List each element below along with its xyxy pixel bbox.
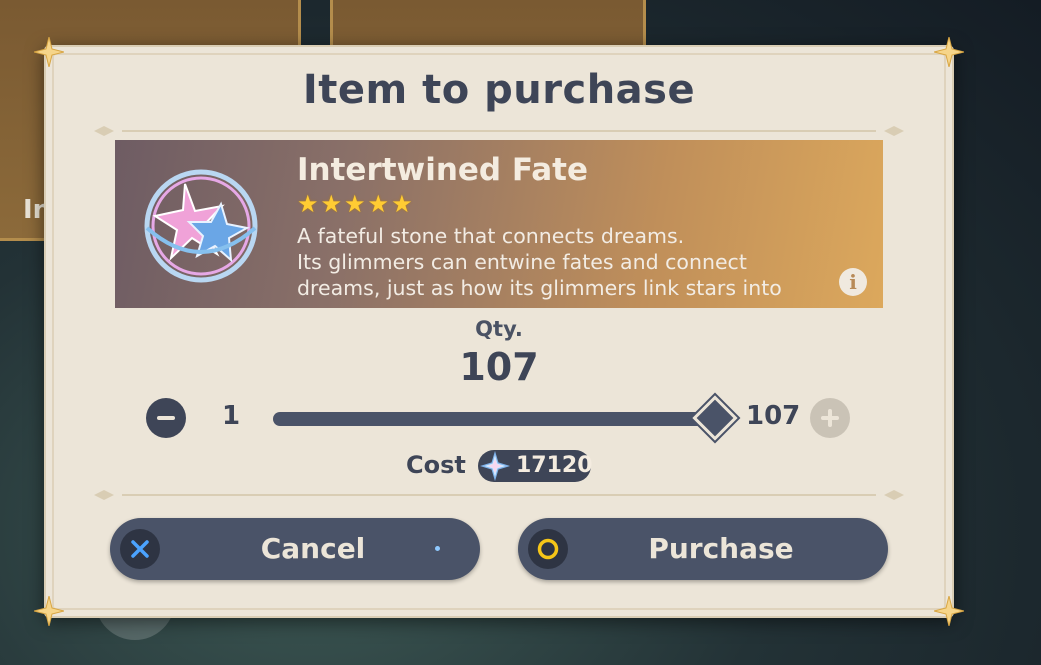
corner-star-icon bbox=[33, 595, 65, 627]
info-icon[interactable]: i bbox=[839, 268, 867, 296]
corner-star-icon bbox=[933, 36, 965, 68]
cancel-button[interactable]: Cancel bbox=[110, 518, 480, 580]
quantity-label: Qty. bbox=[475, 317, 523, 341]
sparkle-dot bbox=[435, 546, 440, 551]
purchase-dialog: Item to purchase Intertwined Fate ★ ★ ★ … bbox=[33, 36, 965, 627]
cost-amount: 17120 bbox=[516, 453, 593, 478]
corner-star-icon bbox=[33, 36, 65, 68]
cost-label: Cost bbox=[406, 451, 466, 479]
cancel-label: Cancel bbox=[260, 532, 366, 565]
quantity-max: 107 bbox=[746, 401, 801, 431]
star-icon: ★ bbox=[320, 190, 343, 218]
decrease-quantity-button[interactable] bbox=[146, 398, 186, 438]
item-info-card: Intertwined Fate ★ ★ ★ ★ ★ A fateful sto… bbox=[115, 140, 883, 308]
quantity-value: 107 bbox=[459, 345, 539, 389]
increase-quantity-button[interactable] bbox=[810, 398, 850, 438]
ornamental-divider bbox=[92, 123, 906, 137]
item-description[interactable]: A fateful stone that connects dreams. It… bbox=[297, 223, 837, 301]
dialog-title: Item to purchase bbox=[302, 67, 696, 113]
star-icon: ★ bbox=[367, 190, 390, 218]
star-icon: ★ bbox=[391, 190, 413, 218]
quantity-slider-track[interactable] bbox=[273, 412, 715, 426]
cost-display: 17120 bbox=[478, 450, 593, 482]
corner-star-icon bbox=[933, 595, 965, 627]
ornamental-divider bbox=[92, 487, 906, 501]
star-icon: ★ bbox=[344, 190, 366, 218]
primogem-icon bbox=[479, 450, 511, 482]
description-line: Its glimmers can entwine fates and conne… bbox=[297, 250, 747, 274]
quantity-min: 1 bbox=[222, 401, 241, 431]
item-name: Intertwined Fate bbox=[297, 152, 589, 188]
rarity-stars: ★ ★ ★ ★ ★ bbox=[297, 192, 413, 216]
purchase-label: Purchase bbox=[648, 532, 794, 565]
intertwined-fate-icon bbox=[137, 166, 265, 284]
purchase-button[interactable]: Purchase bbox=[518, 518, 888, 580]
description-line: dreams, just as how its glimmers link st… bbox=[297, 276, 782, 300]
star-icon: ★ bbox=[297, 190, 319, 218]
description-line: A fateful stone that connects dreams. bbox=[297, 224, 685, 248]
